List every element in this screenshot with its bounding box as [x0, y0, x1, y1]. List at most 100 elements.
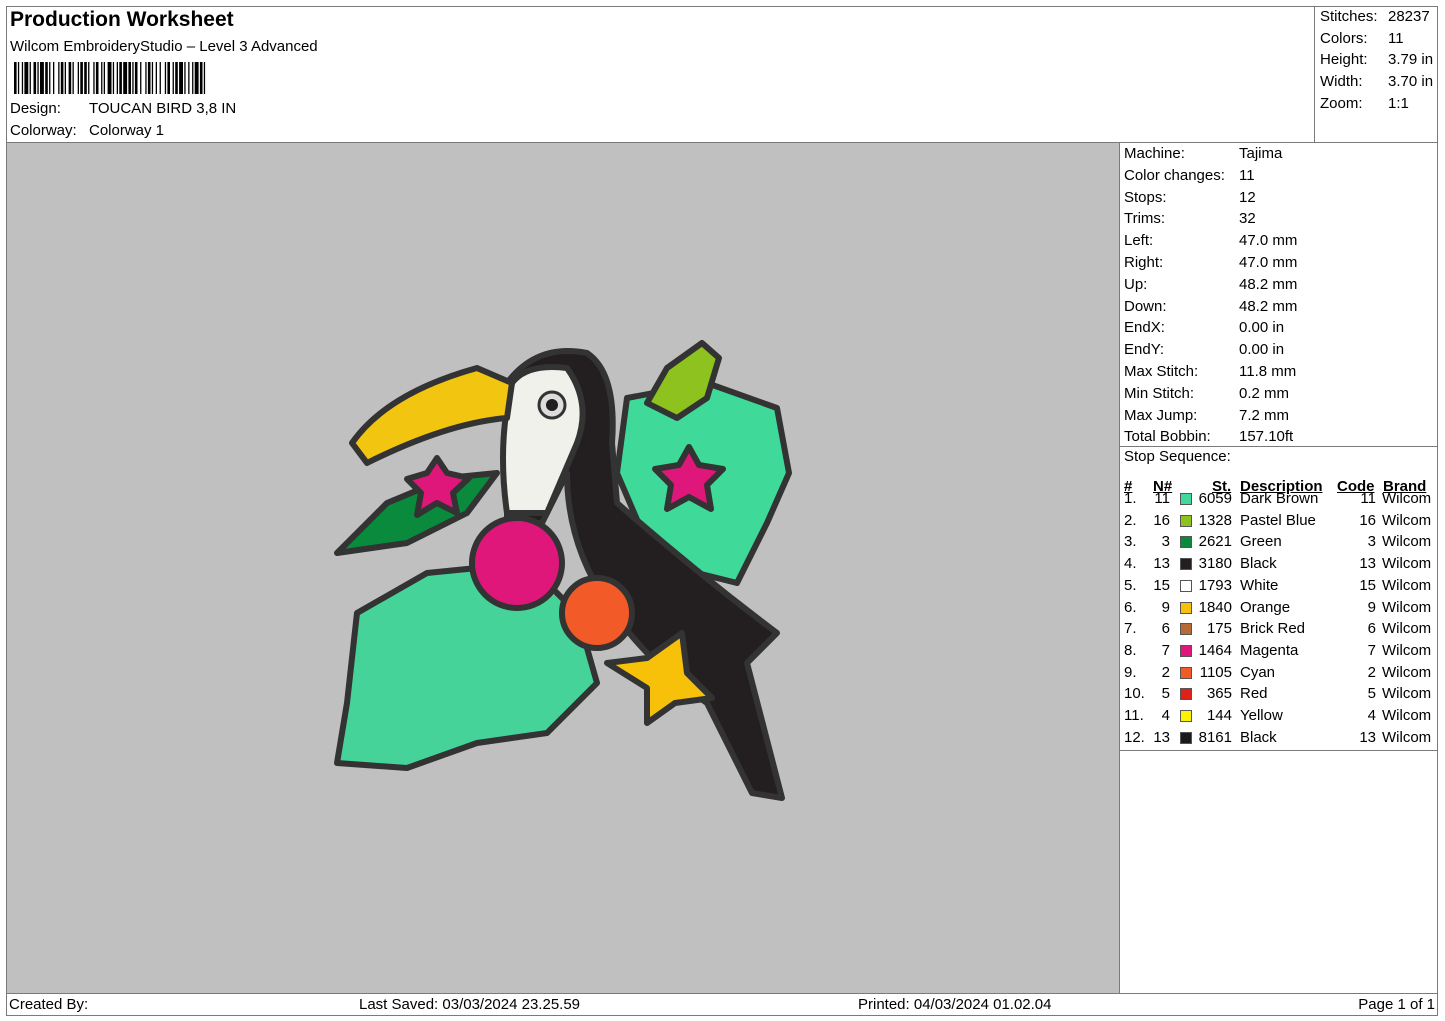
stop-sequence-title: Stop Sequence:	[1124, 448, 1231, 465]
stop-description: Brick Red	[1240, 620, 1306, 638]
stop-sequence-row: 1. 11 6059 Dark Brown 11 Wilcom	[1120, 490, 1438, 512]
design-label: Design:	[10, 100, 61, 117]
barcode	[14, 62, 206, 94]
stop-stitches: 365	[1206, 685, 1232, 703]
property-label: Up:	[1124, 275, 1148, 293]
stop-sequence-row: 3. 3 2621 Green 3 Wilcom	[1120, 533, 1438, 555]
stop-stitches: 1793	[1198, 576, 1232, 594]
design-preview[interactable]	[7, 143, 1119, 993]
stop-num: 6.	[1124, 598, 1137, 616]
monstera-leaf-left	[334, 560, 600, 771]
stat-row: Height: 3.79 in	[1320, 51, 1433, 68]
property-row: Total Bobbin: 157.10ft	[1124, 428, 1293, 445]
stop-num: 1.	[1124, 490, 1137, 507]
stat-value: 11	[1388, 30, 1404, 47]
color-swatch	[1180, 493, 1192, 505]
property-row: Right: 47.0 mm	[1124, 254, 1297, 271]
stop-description: Green	[1240, 533, 1282, 551]
color-swatch	[1180, 710, 1192, 722]
stop-brand: Wilcom	[1382, 641, 1432, 659]
property-row: EndY: 0.00 in	[1124, 341, 1284, 358]
stop-num: 4.	[1124, 555, 1137, 573]
property-row: Down: 48.2 mm	[1124, 298, 1297, 315]
stop-sequence-row: 9. 2 1105 Cyan 2 Wilcom	[1120, 664, 1438, 686]
stop-stitches: 2621	[1198, 533, 1232, 551]
property-label: Color changes:	[1124, 166, 1225, 184]
stop-code: 2	[1367, 663, 1376, 681]
stat-label: Height:	[1320, 51, 1368, 68]
stop-sequence-row: 10. 5 365 Red 5 Wilcom	[1120, 685, 1438, 707]
panel-divider	[1120, 750, 1438, 751]
stop-needle: 4	[1161, 707, 1170, 724]
stop-sequence-row: 8. 7 1464 Magenta 7 Wilcom	[1120, 642, 1438, 664]
printed-date: Printed: 04/03/2024 01.02.04	[858, 996, 1052, 1013]
property-label: EndX:	[1124, 319, 1165, 337]
stop-brand: Wilcom	[1382, 576, 1432, 594]
stop-stitches: 1328	[1198, 511, 1232, 529]
stat-row: Colors: 11	[1320, 30, 1404, 47]
color-swatch	[1180, 688, 1192, 701]
stop-sequence-row: 11. 4 144 Yellow 4 Wilcom	[1120, 707, 1438, 729]
stop-sequence-row: 4. 13 3180 Black 13 Wilcom	[1120, 555, 1438, 577]
stop-needle: 2	[1161, 663, 1170, 681]
property-value: 11.8 mm	[1239, 363, 1297, 380]
design-stats: Stitches: 28237 Colors: 11 Height: 3.79 in …	[1314, 6, 1438, 143]
property-value: 0.00 in	[1239, 341, 1285, 359]
stop-code: 7	[1367, 641, 1376, 659]
stat-row: Zoom: 1:1	[1320, 95, 1409, 112]
created-by: Created By:	[9, 996, 89, 1013]
stop-description: Magenta	[1240, 641, 1299, 659]
stop-stitches: 1105	[1199, 663, 1232, 681]
stop-description: Cyan	[1240, 663, 1276, 681]
stop-needle: 9	[1161, 598, 1170, 616]
magenta-hibiscus	[469, 515, 565, 611]
property-row: EndX: 0.00 in	[1124, 319, 1284, 336]
stop-num: 8.	[1124, 641, 1137, 659]
property-row: Max Stitch: 11.8 mm	[1124, 363, 1296, 380]
stop-needle: 16	[1153, 511, 1170, 529]
stop-brand: Wilcom	[1382, 620, 1432, 638]
stop-code: 15	[1359, 576, 1376, 594]
software-name: Wilcom EmbroideryStudio – Level 3 Advanc…	[10, 38, 318, 55]
property-label: Max Stitch:	[1124, 363, 1199, 380]
stop-description: Orange	[1240, 598, 1291, 616]
design-value: TOUCAN BIRD 3,8 IN	[89, 100, 237, 117]
property-value: 7.2 mm	[1239, 406, 1290, 424]
property-row: Color changes: 11	[1124, 167, 1255, 184]
machine-properties-panel: Machine: Tajima Color changes: 11 Stops: 12 Tr…	[1119, 143, 1438, 993]
color-swatch	[1180, 666, 1192, 679]
stat-value: 28237	[1388, 8, 1430, 25]
toucan-beak	[349, 365, 515, 466]
property-value: 0.2 mm	[1239, 384, 1290, 402]
stat-row: Stitches: 28237	[1320, 8, 1430, 25]
property-label: Left:	[1124, 232, 1154, 250]
stop-brand: Wilcom	[1382, 490, 1432, 507]
stop-code: 5	[1367, 685, 1376, 703]
stop-code: 11	[1360, 490, 1376, 507]
color-swatch	[1180, 558, 1192, 571]
stop-brand: Wilcom	[1382, 598, 1432, 616]
stop-stitches: 1464	[1198, 641, 1232, 659]
colorway-value: Colorway 1	[89, 122, 165, 139]
stop-brand: Wilcom	[1382, 728, 1432, 746]
property-row: Min Stitch: 0.2 mm	[1124, 385, 1289, 402]
stop-num: 7.	[1124, 620, 1137, 638]
stop-needle: 11	[1154, 490, 1170, 507]
stop-code: 4	[1367, 707, 1376, 724]
color-swatch	[1180, 601, 1192, 614]
stop-num: 12.	[1124, 728, 1145, 746]
color-swatch	[1180, 644, 1192, 657]
stop-stitches: 6059	[1198, 490, 1232, 507]
panel-divider	[1120, 446, 1438, 447]
stat-label: Zoom:	[1320, 95, 1363, 112]
stop-needle: 3	[1161, 533, 1170, 551]
property-label: Trims:	[1124, 210, 1166, 228]
colorway-label: Colorway:	[10, 122, 77, 139]
stop-description: White	[1240, 576, 1279, 594]
stop-description: Pastel Blue	[1240, 511, 1316, 529]
stat-label: Width:	[1320, 73, 1363, 90]
property-value: 157.10ft	[1239, 428, 1294, 446]
stop-description: Yellow	[1240, 707, 1283, 724]
stop-description: Dark Brown	[1240, 490, 1319, 507]
property-label: Min Stitch:	[1124, 384, 1195, 402]
